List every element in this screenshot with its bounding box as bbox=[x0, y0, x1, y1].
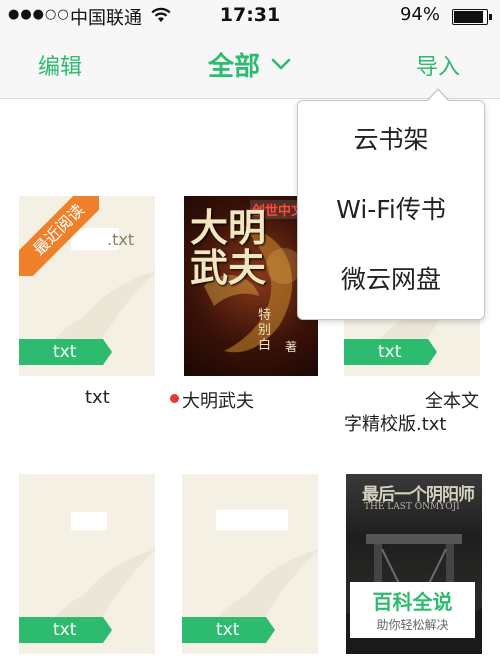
blurred-region bbox=[71, 512, 107, 530]
watermark: 百科全说 助你轻松解决 bbox=[350, 582, 475, 638]
menu-item-cloud-shelf[interactable]: 云书架 bbox=[298, 105, 484, 175]
battery-percent: 94% bbox=[399, 4, 440, 25]
cover-author-mark: 著 bbox=[285, 340, 298, 354]
import-menu: 云书架 Wi-Fi传书 微云网盘 bbox=[297, 100, 485, 320]
ribbon-label: 最近阅读 bbox=[19, 196, 99, 276]
format-tag-label: txt bbox=[378, 342, 402, 362]
book-item[interactable]: txt bbox=[19, 474, 155, 654]
import-button[interactable]: 导入 bbox=[416, 49, 460, 81]
book-title: txt bbox=[85, 387, 110, 408]
cover-author: 特别白 bbox=[258, 308, 272, 353]
book-title-line2: 字精校版.txt bbox=[344, 414, 447, 435]
format-tag-label: txt bbox=[216, 620, 240, 640]
filter-all-dropdown[interactable]: 全部 bbox=[208, 46, 260, 83]
watermark-title: 百科全说 bbox=[372, 590, 453, 614]
format-tag-label: txt bbox=[53, 620, 77, 640]
blurred-region bbox=[216, 510, 288, 530]
format-tag: txt bbox=[182, 617, 275, 643]
status-bar: ●●●○○ 中国联通 17:31 94% bbox=[0, 0, 500, 32]
cover-filename: .txt bbox=[107, 230, 135, 249]
book-item[interactable]: txt bbox=[182, 474, 318, 654]
cover-title: 大明武夫 bbox=[190, 205, 267, 290]
book-cover: txt bbox=[182, 474, 318, 654]
book-cover: txt bbox=[19, 474, 155, 654]
cover-subtitle: THE LAST ONMYOJI bbox=[364, 502, 460, 512]
book-cover: .txt 最近阅读 txt bbox=[19, 196, 155, 376]
nav-bar: 编辑 全部 导入 bbox=[0, 32, 500, 99]
format-tag: txt bbox=[19, 617, 112, 643]
menu-item-wifi-transfer[interactable]: Wi-Fi传书 bbox=[298, 175, 484, 245]
battery-icon bbox=[452, 9, 492, 25]
watermark-subtitle: 助你轻松解决 bbox=[376, 618, 449, 632]
unread-dot-icon bbox=[170, 394, 179, 403]
cover-title-art: 大明武夫 bbox=[190, 208, 266, 288]
edit-button[interactable]: 编辑 bbox=[38, 49, 82, 81]
format-tag: txt bbox=[19, 339, 112, 365]
format-tag-label: txt bbox=[53, 342, 77, 362]
chevron-down-icon[interactable] bbox=[270, 56, 292, 75]
book-item[interactable]: .txt 最近阅读 txt bbox=[19, 196, 155, 376]
dropdown-arrow-fill bbox=[428, 90, 448, 101]
book-title: 大明武夫 bbox=[182, 391, 254, 412]
format-tag: txt bbox=[344, 339, 437, 365]
menu-item-weiyun-disk[interactable]: 微云网盘 bbox=[298, 245, 484, 315]
recent-read-ribbon: 最近阅读 bbox=[19, 196, 99, 276]
